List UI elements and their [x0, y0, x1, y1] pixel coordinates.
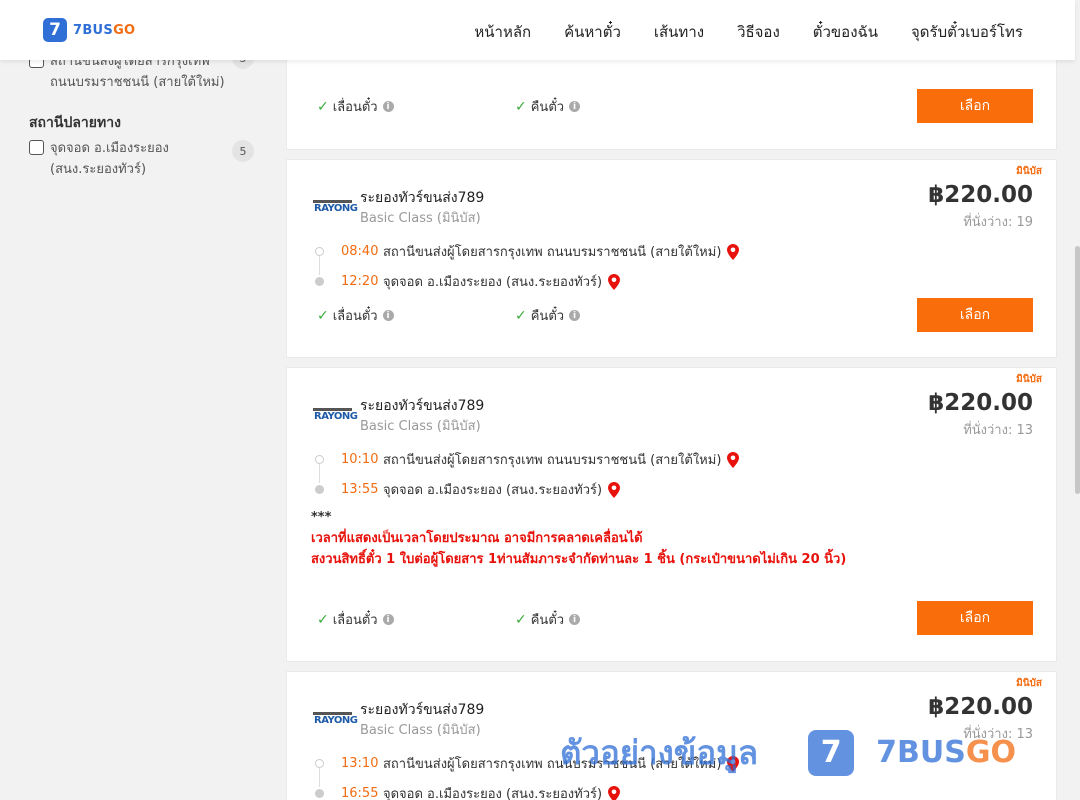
departure-stop: 08:40 สถานีขนส่งผู้โดยสารกรุงเทพ ถนนบรมร… — [315, 241, 740, 262]
departure-place: สถานีขนส่งผู้โดยสารกรุงเทพ ถนนบรมราชชนนี… — [383, 757, 722, 772]
arrival-dot — [315, 277, 324, 286]
nav-my-tickets[interactable]: ตั๋วของฉัน — [813, 20, 878, 44]
note-line-1: เวลาที่แสดงเป็นเวลาโดยประมาณ อาจมีการคลา… — [311, 531, 643, 546]
info-icon[interactable]: i — [569, 310, 581, 321]
departure-dot — [315, 247, 324, 256]
departure-time: 13:10 — [341, 756, 379, 771]
map-pin-icon[interactable] — [608, 273, 621, 290]
destination-filter-count: 5 — [232, 140, 254, 162]
check-icon: ✓ — [317, 307, 329, 324]
refund-policy: ✓ คืนตั๋ว i — [515, 96, 581, 117]
nav-pickup-points[interactable]: จุดรับตั๋วเบอร์โทร — [911, 20, 1023, 44]
resell-policy: ✓ เลื่อนตั๋ว i — [317, 305, 394, 326]
destination-filter-checkbox[interactable] — [29, 140, 44, 155]
info-icon[interactable]: i — [569, 614, 581, 625]
arrival-stop: 16:55 จุดจอด อ.เมืองระยอง (สนง.ระยองทัวร… — [315, 783, 621, 800]
trip-card: ✓ เลื่อนตั๋ว i ✓ คืนตั๋ว i เลือก — [286, 50, 1057, 150]
nav-routes[interactable]: เส้นทาง — [654, 20, 704, 44]
bus-class: Basic Class (มินิบัส) — [360, 211, 481, 226]
scrollbar-thumb[interactable] — [1075, 246, 1080, 494]
ticket-price: ฿220.00 — [928, 182, 1033, 208]
arrival-dot — [315, 789, 324, 798]
trip-note: *** เวลาที่แสดงเป็นเวลาโดยประมาณ อาจมีกา… — [311, 507, 846, 570]
vehicle-type-badge: มินิบัส — [1016, 166, 1042, 177]
departure-time: 08:40 — [341, 244, 379, 259]
refund-policy: ✓ คืนตั๋ว i — [515, 305, 581, 326]
destination-filter-label: จุดจอด อ.เมืองระยอง (สนง.ระยองทัวร์) — [50, 141, 169, 177]
departure-stop: 10:10 สถานีขนส่งผู้โดยสารกรุงเทพ ถนนบรมร… — [315, 449, 740, 470]
ticket-price: ฿220.00 — [928, 390, 1033, 416]
bus-class: Basic Class (มินิบัส) — [360, 723, 481, 738]
trip-card: มินิบัส RAYONG ระยองทัวร์ขนส่ง789 Basic … — [286, 367, 1057, 662]
arrival-stop: 13:55 จุดจอด อ.เมืองระยอง (สนง.ระยองทัวร… — [315, 479, 621, 500]
vehicle-type-badge: มินิบัส — [1016, 678, 1042, 689]
operator-logo: RAYONG — [313, 712, 358, 730]
note-line-2: สงวนสิทธิ์ตั๋ว 1 ใบต่อผู้โดยสาร 1ท่านสัม… — [311, 552, 847, 567]
operator-logo: RAYONG — [313, 408, 358, 426]
arrival-dot — [315, 485, 324, 494]
main-nav: หน้าหลัก ค้นหาตั๋ว เส้นทาง วิธีจอง ตั๋วข… — [441, 20, 1023, 44]
arrival-place: จุดจอด อ.เมืองระยอง (สนง.ระยองทัวร์) — [383, 275, 603, 290]
map-pin-icon[interactable] — [608, 481, 621, 498]
ticket-price: ฿220.00 — [928, 694, 1033, 720]
select-trip-button[interactable]: เลือก — [917, 601, 1033, 635]
departure-dot — [315, 455, 324, 464]
check-icon: ✓ — [317, 98, 329, 115]
vehicle-type-badge: มินิบัส — [1016, 374, 1042, 385]
nav-how-to-book[interactable]: วิธีจอง — [737, 20, 780, 44]
arrival-time: 16:55 — [341, 786, 379, 800]
brand-logo-mark: 7 — [43, 18, 67, 42]
note-stars: *** — [311, 510, 332, 525]
arrival-stop: 12:20 จุดจอด อ.เมืองระยอง (สนง.ระยองทัวร… — [315, 271, 621, 292]
brand-logo[interactable]: 7 7BUSGO — [43, 18, 135, 42]
operator-name: ระยองทัวร์ขนส่ง789 — [360, 190, 485, 206]
nav-home[interactable]: หน้าหลัก — [474, 20, 531, 44]
page-scrollbar[interactable] — [1075, 0, 1080, 800]
resell-policy: ✓ เลื่อนตั๋ว i — [317, 609, 394, 630]
select-trip-button[interactable]: เลือก — [917, 89, 1033, 123]
destination-filter-item[interactable]: จุดจอด อ.เมืองระยอง (สนง.ระยองทัวร์) 5 — [29, 138, 254, 180]
operator-logo: RAYONG — [313, 200, 358, 218]
bus-class: Basic Class (มินิบัส) — [360, 419, 481, 434]
departure-dot — [315, 759, 324, 768]
map-pin-icon[interactable] — [727, 243, 740, 260]
departure-place: สถานีขนส่งผู้โดยสารกรุงเทพ ถนนบรมราชชนนี… — [383, 245, 722, 260]
operator-name: ระยองทัวร์ขนส่ง789 — [360, 702, 485, 718]
select-trip-button[interactable]: เลือก — [917, 298, 1033, 332]
departure-stop: 13:10 สถานีขนส่งผู้โดยสารกรุงเทพ ถนนบรมร… — [315, 753, 740, 774]
departure-time: 10:10 — [341, 452, 379, 467]
nav-search-ticket[interactable]: ค้นหาตั๋ว — [564, 20, 621, 44]
check-icon: ✓ — [515, 611, 527, 628]
seats-available: ที่นั่งว่าง: 13 — [963, 727, 1033, 742]
refund-policy: ✓ คืนตั๋ว i — [515, 609, 581, 630]
check-icon: ✓ — [317, 611, 329, 628]
check-icon: ✓ — [515, 98, 527, 115]
map-pin-icon[interactable] — [727, 755, 740, 772]
info-icon[interactable]: i — [382, 310, 394, 321]
arrival-time: 12:20 — [341, 274, 379, 289]
brand-logo-text: 7BUSGO — [73, 22, 136, 38]
seats-available: ที่นั่งว่าง: 13 — [963, 423, 1033, 438]
check-icon: ✓ — [515, 307, 527, 324]
trip-card: มินิบัส RAYONG ระยองทัวร์ขนส่ง789 Basic … — [286, 671, 1057, 800]
arrival-place: จุดจอด อ.เมืองระยอง (สนง.ระยองทัวร์) — [383, 787, 603, 800]
destination-filter-title: สถานีปลายทาง — [29, 115, 121, 131]
seats-available: ที่นั่งว่าง: 19 — [963, 215, 1033, 230]
map-pin-icon[interactable] — [727, 451, 740, 468]
map-pin-icon[interactable] — [608, 785, 621, 800]
trip-card: มินิบัส RAYONG ระยองทัวร์ขนส่ง789 Basic … — [286, 159, 1057, 358]
operator-name: ระยองทัวร์ขนส่ง789 — [360, 398, 485, 414]
arrival-time: 13:55 — [341, 482, 379, 497]
info-icon[interactable]: i — [569, 101, 581, 112]
departure-place: สถานีขนส่งผู้โดยสารกรุงเทพ ถนนบรมราชชนนี… — [383, 453, 722, 468]
info-icon[interactable]: i — [382, 614, 394, 625]
resell-policy: ✓ เลื่อนตั๋ว i — [317, 96, 394, 117]
info-icon[interactable]: i — [382, 101, 394, 112]
arrival-place: จุดจอด อ.เมืองระยอง (สนง.ระยองทัวร์) — [383, 483, 603, 498]
top-header: 7 7BUSGO หน้าหลัก ค้นหาตั๋ว เส้นทาง วิธี… — [0, 0, 1075, 60]
